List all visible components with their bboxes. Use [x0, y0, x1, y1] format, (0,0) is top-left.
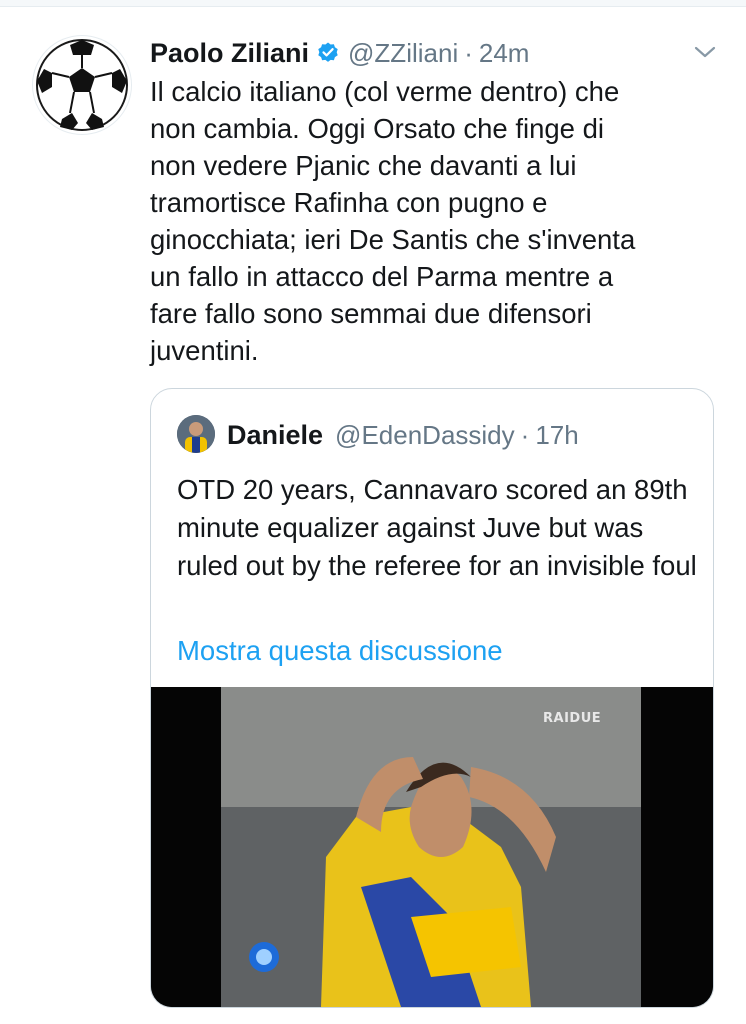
- author-display-name[interactable]: Paolo Ziliani: [150, 38, 309, 69]
- quoted-author-avatar[interactable]: [177, 415, 215, 453]
- channel-watermark: RAIDUE: [543, 711, 602, 726]
- tweet[interactable]: Paolo Ziliani @ZZiliani · 24m Il calcio …: [0, 7, 746, 1024]
- quoted-tweet-header: Daniele @EdenDassidy · 17h: [227, 415, 579, 455]
- quoted-author-handle[interactable]: @EdenDassidy: [335, 420, 515, 451]
- chevron-down-icon[interactable]: [690, 37, 720, 67]
- quoted-header-separator: ·: [520, 419, 530, 450]
- author-handle[interactable]: @ZZiliani: [348, 38, 458, 69]
- tweet-text: Il calcio italiano (col verme dentro) ch…: [150, 76, 636, 366]
- header-separator: ·: [464, 37, 473, 68]
- show-thread-link[interactable]: Mostra questa discussione: [177, 633, 503, 669]
- top-divider: [0, 0, 746, 7]
- author-avatar[interactable]: [32, 35, 132, 135]
- tweet-header: Paolo Ziliani @ZZiliani · 24m: [150, 35, 710, 71]
- verified-badge-icon: [316, 41, 340, 65]
- quoted-media-video[interactable]: RAIDUE: [151, 687, 713, 1007]
- tweet-timestamp[interactable]: 24m: [479, 38, 530, 69]
- quoted-tweet-timestamp[interactable]: 17h: [535, 420, 578, 451]
- soccer-ball-icon: [36, 39, 128, 131]
- quoted-author-display-name[interactable]: Daniele: [227, 420, 323, 451]
- quoted-tweet-text: OTD 20 years, Cannavaro scored an 89th m…: [177, 474, 697, 581]
- quoted-tweet[interactable]: Daniele @EdenDassidy · 17h OTD 20 years,…: [150, 388, 714, 1008]
- video-frame: [151, 687, 713, 1007]
